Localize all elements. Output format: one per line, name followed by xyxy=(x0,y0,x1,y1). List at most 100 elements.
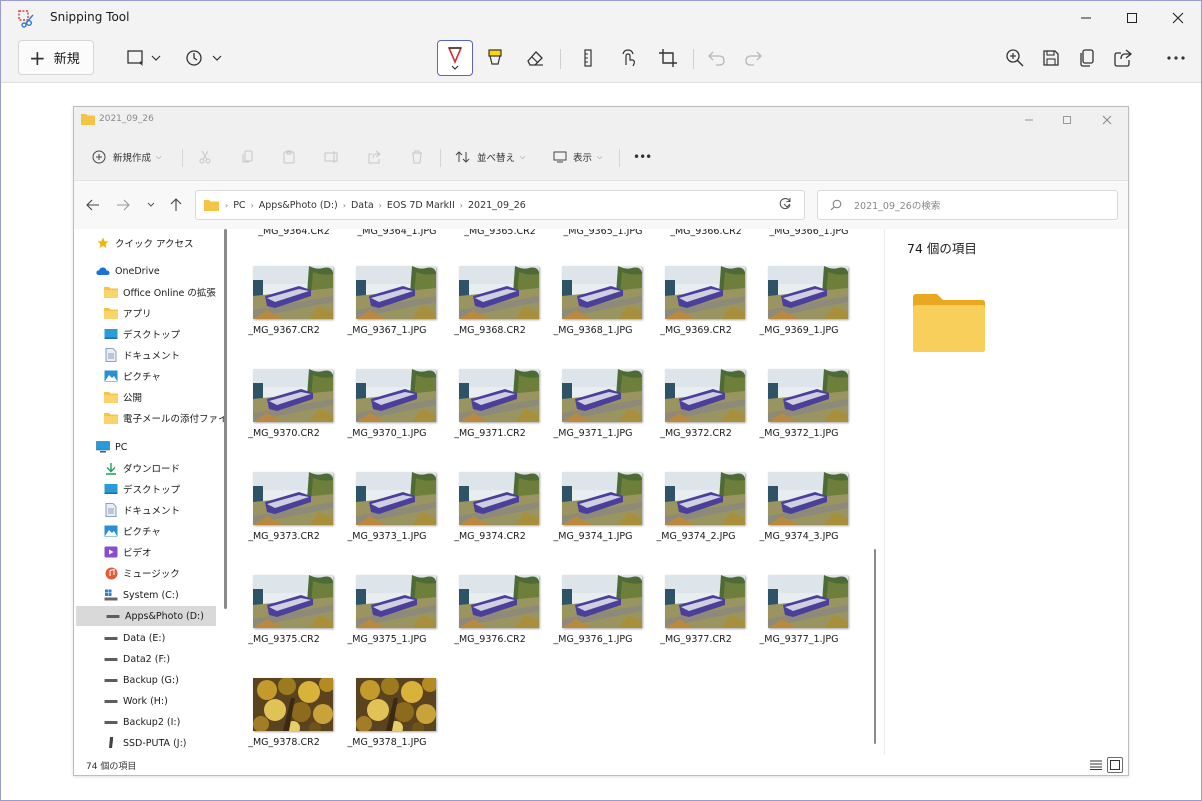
file-item[interactable]: _MG_9367_1.JPG xyxy=(337,247,437,345)
file-item[interactable]: _MG_9371.CR2 xyxy=(440,350,540,448)
sidebar-item[interactable]: ドキュメント xyxy=(74,500,224,520)
file-item[interactable]: _MG_9370.CR2 xyxy=(234,350,334,448)
back-button[interactable] xyxy=(84,197,102,213)
content-scrollbar[interactable] xyxy=(874,229,877,755)
sidebar-item[interactable]: Data (E:) xyxy=(74,628,224,648)
highlighter-button[interactable] xyxy=(484,46,506,70)
eraser-button[interactable] xyxy=(524,46,546,70)
explorer-minimize-button[interactable] xyxy=(1014,110,1044,130)
breadcrumb-pc[interactable]: PC xyxy=(233,200,245,211)
sidebar-item[interactable]: OneDrive xyxy=(74,261,224,281)
view-button[interactable]: 表示 ⌵ xyxy=(553,147,602,167)
file-name[interactable]: _MG_9366.CR2 xyxy=(656,229,756,237)
thumbnail-view-button[interactable] xyxy=(1107,757,1123,773)
new-item-button[interactable]: 新規作成 ⌵ xyxy=(92,147,161,167)
more-options-button[interactable] xyxy=(1164,46,1188,70)
crop-button[interactable] xyxy=(657,46,679,70)
file-name[interactable]: _MG_9364_1.JPG xyxy=(347,229,447,237)
sidebar-item[interactable]: クイック アクセス xyxy=(74,233,224,253)
sidebar-item[interactable]: ドキュメント xyxy=(74,345,224,365)
file-item[interactable]: _MG_9370_1.JPG xyxy=(337,350,437,448)
sidebar-item[interactable]: Data2 (F:) xyxy=(74,649,224,669)
copy-button[interactable] xyxy=(1076,46,1098,70)
sidebar-item[interactable]: 公開 xyxy=(74,387,224,407)
file-item[interactable]: _MG_9374_1.JPG xyxy=(543,453,643,551)
breadcrumb-camera[interactable]: EOS 7D MarkII xyxy=(387,200,455,211)
explorer-maximize-button[interactable] xyxy=(1052,110,1082,130)
file-item[interactable]: _MG_9378_1.JPG xyxy=(337,659,437,755)
file-item[interactable]: _MG_9375.CR2 xyxy=(234,556,334,654)
file-item[interactable]: _MG_9376_1.JPG xyxy=(543,556,643,654)
touch-writing-button[interactable] xyxy=(617,46,639,70)
close-button[interactable] xyxy=(1155,1,1201,35)
file-item[interactable]: _MG_9374_2.JPG xyxy=(646,453,746,551)
sidebar-item[interactable]: PC xyxy=(74,437,224,457)
sidebar-scrollbar[interactable] xyxy=(224,229,227,609)
file-item[interactable]: _MG_9375_1.JPG xyxy=(337,556,437,654)
sidebar-item[interactable]: ピクチャ xyxy=(74,366,224,386)
zoom-button[interactable] xyxy=(1004,46,1026,70)
file-item[interactable]: _MG_9377_1.JPG xyxy=(749,556,849,654)
maximize-button[interactable] xyxy=(1109,1,1155,35)
breadcrumb-drive[interactable]: Apps&Photo (D:) xyxy=(259,200,338,211)
sidebar-item[interactable]: デスクトップ xyxy=(74,324,224,344)
sidebar-item[interactable]: Office Online の拡張 xyxy=(74,282,224,302)
recent-locations-button[interactable] xyxy=(142,197,160,213)
file-item[interactable]: _MG_9373_1.JPG xyxy=(337,453,437,551)
file-item[interactable]: _MG_9369_1.JPG xyxy=(749,247,849,345)
breadcrumb-data[interactable]: Data xyxy=(351,200,374,211)
file-item[interactable]: _MG_9374.CR2 xyxy=(440,453,540,551)
file-item[interactable]: _MG_9369.CR2 xyxy=(646,247,746,345)
file-item[interactable]: _MG_9371_1.JPG xyxy=(543,350,643,448)
redo-button[interactable] xyxy=(742,46,764,70)
file-name[interactable]: _MG_9366_1.JPG xyxy=(759,229,859,237)
snip-mode-button[interactable] xyxy=(123,46,163,70)
file-item[interactable]: _MG_9373.CR2 xyxy=(234,453,334,551)
file-item[interactable]: _MG_9377.CR2 xyxy=(646,556,746,654)
sidebar-item[interactable]: ピクチャ xyxy=(74,521,224,541)
undo-button[interactable] xyxy=(706,46,728,70)
sidebar-item[interactable]: デスクトップ xyxy=(74,479,224,499)
cut-button[interactable] xyxy=(198,147,212,167)
sidebar-item[interactable]: ダウンロード xyxy=(74,458,224,478)
new-snip-button[interactable]: + 新規 xyxy=(18,40,94,75)
sidebar-item[interactable]: System (C:) xyxy=(74,585,224,605)
sidebar-item[interactable]: 電子メールの添付ファイ xyxy=(74,408,224,428)
sidebar-item[interactable]: SSD-PUTA (J:) xyxy=(74,733,224,753)
share-button[interactable] xyxy=(367,147,381,167)
breadcrumb-date[interactable]: 2021_09_26 xyxy=(468,200,526,211)
sort-button[interactable]: 並べ替え ⌵ xyxy=(455,147,525,167)
forward-button[interactable] xyxy=(114,197,132,213)
search-input[interactable]: 2021_09_26の検索 xyxy=(817,190,1118,220)
file-item[interactable]: _MG_9374_3.JPG xyxy=(749,453,849,551)
delay-button[interactable] xyxy=(183,46,223,70)
file-name[interactable]: _MG_9365_1.JPG xyxy=(553,229,653,237)
file-name[interactable]: _MG_9365.CR2 xyxy=(450,229,550,237)
rename-button[interactable] xyxy=(324,147,340,167)
up-button[interactable] xyxy=(167,197,185,213)
sidebar-item[interactable]: ビデオ xyxy=(74,542,224,562)
sidebar-item[interactable]: Work (H:) xyxy=(74,691,224,711)
ruler-button[interactable] xyxy=(578,46,598,70)
sidebar-item[interactable]: Apps&Photo (D:) xyxy=(76,606,216,626)
minimize-button[interactable] xyxy=(1063,1,1109,35)
file-item[interactable]: _MG_9367.CR2 xyxy=(234,247,334,345)
sidebar-item[interactable]: ミュージック xyxy=(74,563,224,583)
paste-button[interactable] xyxy=(282,147,296,167)
file-item[interactable]: _MG_9376.CR2 xyxy=(440,556,540,654)
see-more-button[interactable]: ••• xyxy=(633,147,652,167)
file-item[interactable]: _MG_9378.CR2 xyxy=(234,659,334,755)
save-button[interactable] xyxy=(1040,46,1062,70)
details-view-button[interactable] xyxy=(1088,757,1104,773)
file-item[interactable]: _MG_9372.CR2 xyxy=(646,350,746,448)
sidebar-item[interactable]: Backup2 (I:) xyxy=(74,712,224,732)
copy-button[interactable] xyxy=(241,147,255,167)
share-button[interactable] xyxy=(1112,46,1134,70)
scrollbar-thumb[interactable] xyxy=(874,549,876,744)
sidebar-item[interactable]: アプリ xyxy=(74,303,224,323)
file-item[interactable]: _MG_9368.CR2 xyxy=(440,247,540,345)
file-name[interactable]: _MG_9364.CR2 xyxy=(244,229,344,237)
delete-button[interactable] xyxy=(410,147,424,167)
sidebar-item[interactable]: Backup (G:) xyxy=(74,670,224,690)
file-item[interactable]: _MG_9368_1.JPG xyxy=(543,247,643,345)
